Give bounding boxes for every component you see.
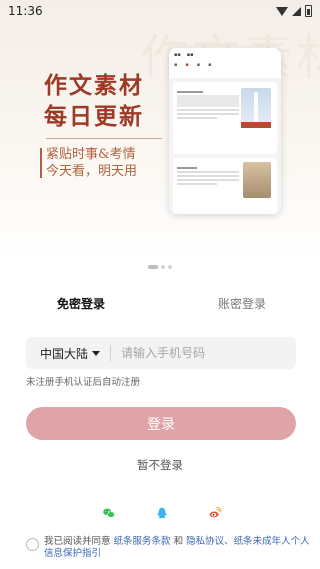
phone-number-input[interactable] [119,345,274,361]
weibo-login-button[interactable] [205,503,225,523]
phone-input-row: 中国大陆 [26,337,296,369]
banner-sub-line1: 紧贴时事&考情 [46,147,136,162]
qq-icon [157,507,167,519]
wechat-login-button[interactable] [99,503,119,523]
carousel-dot-active[interactable] [148,265,158,269]
promo-banner: 作文素材 作文素材 每日更新 紧贴时事&考情 今天看，明天用 ▪▪▪▪ ▪▪▪▪ [0,0,320,258]
banner-accent-bar [40,148,42,178]
banner-divider [46,138,162,139]
carousel-dot[interactable] [168,265,172,269]
wechat-icon [103,508,115,518]
skip-login-link[interactable]: 暂不登录 [0,457,320,473]
agreement-text: 我已阅读并同意 纸条服务条款 和 隐私协议、纸条未成年人个人信息保护指引 [44,536,310,560]
carousel-dot[interactable] [161,265,165,269]
status-bar: 11:36 [0,0,320,22]
mockup-date-row: ▪ ▪ ▪ ▪ [169,62,281,78]
tab-passwordless-login[interactable]: 免密登录 [57,295,105,312]
login-button[interactable]: 登录 [26,407,296,440]
banner-headline-line1: 作文素材 [44,72,144,99]
banner-subline: 紧贴时事&考情 今天看，明天用 [40,146,138,180]
status-icons [276,5,312,17]
agreement-row: 我已阅读并同意 纸条服务条款 和 隐私协议、纸条未成年人个人信息保护指引 [26,536,310,560]
portrait-image [243,162,271,198]
wifi-icon [276,6,288,16]
mockup-card-rocket [173,82,277,154]
divider [110,345,112,361]
login-tabs: 免密登录 账密登录 [0,295,320,315]
signal-icon [292,6,301,16]
carousel-indicator [0,265,320,269]
mockup-header: ▪▪ ▪▪ [169,48,281,62]
battery-icon [305,5,312,17]
banner-headline-line2: 每日更新 [44,103,144,130]
mockup-badge [241,122,271,128]
qq-login-button[interactable] [152,503,172,523]
agreement-checkbox[interactable] [26,538,39,551]
auto-register-hint: 未注册手机认证后自动注册 [26,377,141,388]
phone-mockup-image: ▪▪ ▪▪ ▪ ▪ ▪ ▪ [169,48,281,214]
banner-sub-line2: 今天看，明天用 [46,164,138,179]
status-time: 11:36 [8,4,43,18]
agreement-prefix: 我已阅读并同意 [44,536,114,547]
mockup-card-portrait [173,158,277,214]
weibo-icon [209,506,222,518]
region-label: 中国大陆 [40,346,89,361]
chevron-down-icon [92,350,101,356]
terms-link[interactable]: 纸条服务条款 [114,536,171,547]
region-selector[interactable]: 中国大陆 [26,345,101,362]
agreement-and: 和 [170,536,187,547]
tab-password-login[interactable]: 账密登录 [218,295,266,312]
banner-headline: 作文素材 每日更新 [44,70,144,132]
